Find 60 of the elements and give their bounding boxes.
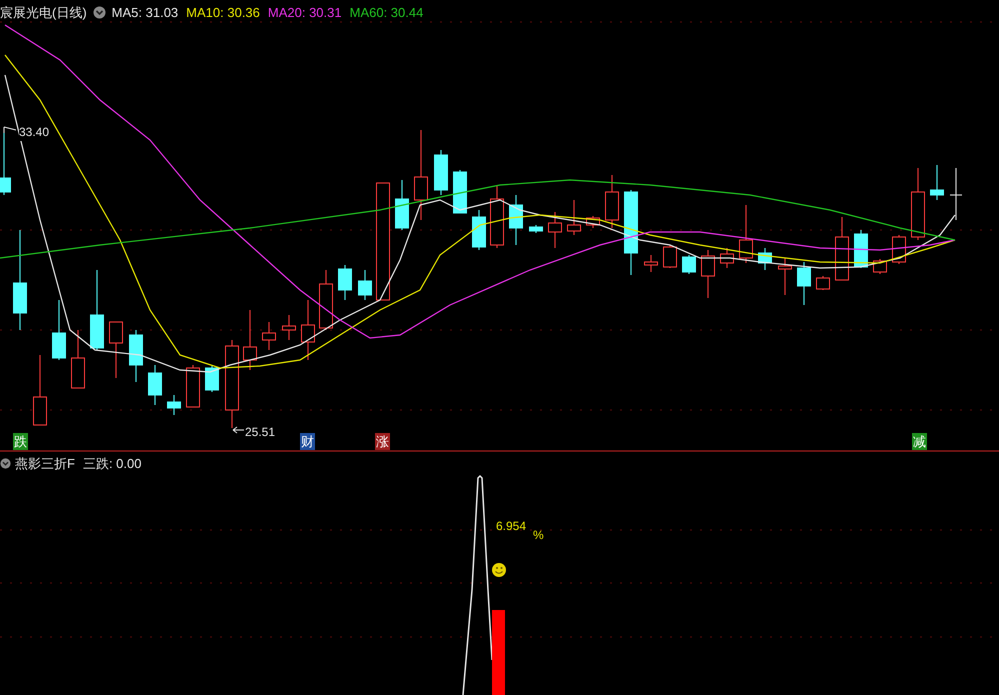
candlestick <box>148 364 162 406</box>
candlestick <box>167 394 181 416</box>
candlestick <box>720 248 734 268</box>
candlestick <box>663 244 677 268</box>
candlestick <box>395 180 409 230</box>
candlestick <box>586 216 600 228</box>
candlestick <box>319 270 333 330</box>
candlestick <box>205 366 219 392</box>
candlestick <box>509 194 523 246</box>
candlestick <box>930 164 944 200</box>
candlestick <box>758 248 772 270</box>
candlestick <box>797 262 811 306</box>
unit-label: % <box>533 527 544 544</box>
candlestick <box>262 322 276 350</box>
indicator-name: 燕影三折F <box>15 455 75 473</box>
candlestick <box>301 300 315 360</box>
indicator-reading: 三跌: 0.00 <box>82 455 142 473</box>
candlestick <box>129 330 143 382</box>
candlestick <box>548 212 562 248</box>
candlestick <box>567 200 581 236</box>
value-label: 6.954 <box>496 518 526 535</box>
stock-title: 宸展光电(日线) <box>0 4 87 22</box>
candlestick <box>109 322 123 378</box>
candlestick <box>605 174 619 228</box>
price-label: 25.51 <box>245 424 276 441</box>
candlestick <box>71 330 85 388</box>
candlestick <box>739 204 753 264</box>
candlestick <box>529 224 543 234</box>
candlestick <box>186 364 200 408</box>
candlestick <box>338 264 352 300</box>
candlestick <box>33 354 47 426</box>
moving-average-value: MA5: 31.03 <box>112 4 178 22</box>
candlestick <box>778 258 792 296</box>
candlestick <box>816 276 830 290</box>
candlestick <box>282 314 296 340</box>
candlestick <box>644 254 658 272</box>
candlestick <box>472 210 486 250</box>
dropdown-icon[interactable] <box>92 6 106 20</box>
candlestick <box>950 168 962 220</box>
candlestick <box>835 216 849 280</box>
arrow-icon <box>4 126 16 134</box>
signal-tag: 财 <box>300 433 315 450</box>
candlestick <box>682 254 696 274</box>
candlestick <box>358 270 372 300</box>
moving-average-value: MA60: 30.44 <box>350 4 424 22</box>
candlestick <box>52 300 66 360</box>
candlestick <box>243 310 257 370</box>
signal-tag: 减 <box>912 433 927 450</box>
signal-tag: 跌 <box>13 433 28 450</box>
signal-tag: 涨 <box>375 433 390 450</box>
moving-average-value: MA20: 30.31 <box>268 4 342 22</box>
arrow-icon <box>232 426 244 434</box>
candlestick <box>854 230 868 268</box>
moving-average-value: MA10: 30.36 <box>186 4 260 22</box>
dropdown-icon[interactable] <box>0 458 11 470</box>
candlestick <box>453 170 467 214</box>
candlestick <box>701 250 715 298</box>
candlestick <box>434 150 448 196</box>
smiley-icon <box>492 563 506 577</box>
candlestick <box>490 184 504 248</box>
